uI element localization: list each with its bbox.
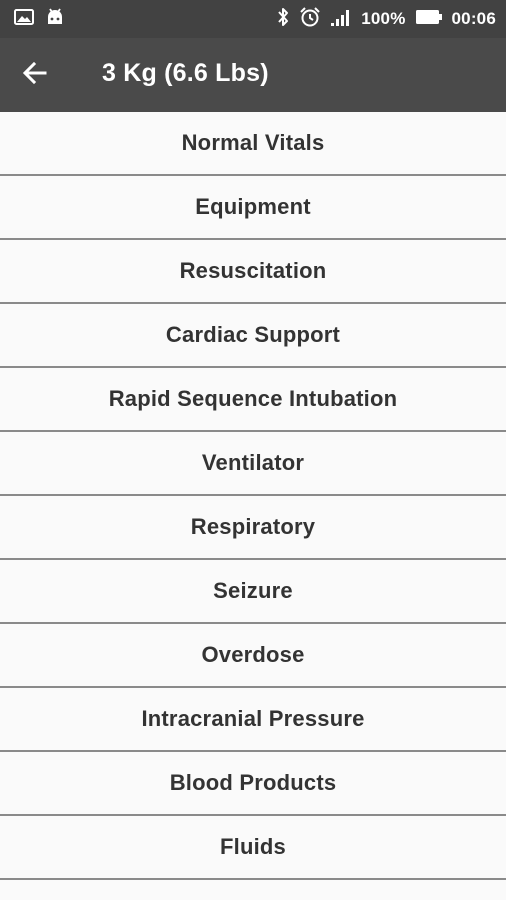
menu-item-ventilator[interactable]: Ventilator	[0, 432, 506, 496]
menu-item-label: Seizure	[213, 578, 293, 603]
menu-item-respiratory[interactable]: Respiratory	[0, 496, 506, 560]
menu-item-seizure[interactable]: Seizure	[0, 560, 506, 624]
signal-icon	[330, 7, 352, 32]
menu-item-label: Blood Products	[169, 770, 337, 795]
battery-icon	[415, 9, 443, 30]
menu-item-label: Ventilator	[201, 450, 305, 475]
menu-item-fluids[interactable]: Fluids	[0, 816, 506, 880]
alarm-icon	[299, 6, 321, 33]
image-notification-icon	[14, 8, 34, 30]
status-bar: 100% 00:06	[0, 0, 506, 38]
menu-item-label: Intracranial Pressure	[141, 706, 365, 731]
android-notification-icon	[46, 8, 64, 31]
system-status: 100% 00:06	[276, 6, 496, 33]
menu-item-label: Overdose	[201, 642, 305, 667]
app-bar: 3 Kg (6.6 Lbs)	[0, 38, 506, 112]
menu-item-resuscitation[interactable]: Resuscitation	[0, 240, 506, 304]
menu-item-overdose[interactable]: Overdose	[0, 624, 506, 688]
menu-item-label: Rapid Sequence Intubation	[108, 386, 398, 411]
page-title: 3 Kg (6.6 Lbs)	[102, 59, 269, 87]
menu-item-equipment[interactable]: Equipment	[0, 176, 506, 240]
menu-item-label: Cardiac Support	[165, 322, 341, 347]
back-button[interactable]	[14, 54, 56, 96]
menu-item-label: Fluids	[220, 834, 286, 859]
menu-item-label: Respiratory	[190, 514, 316, 539]
menu-item-label: Equipment	[195, 194, 311, 219]
menu-item-intracranial-pressure[interactable]: Intracranial Pressure	[0, 688, 506, 752]
menu-item-cardiac-support[interactable]: Cardiac Support	[0, 304, 506, 368]
arrow-back-icon	[22, 60, 48, 91]
notification-icons	[14, 8, 64, 30]
menu-list: Normal Vitals Equipment Resuscitation Ca…	[0, 112, 506, 880]
bluetooth-icon	[276, 6, 290, 33]
menu-item-label: Resuscitation	[179, 258, 327, 283]
clock: 00:06	[451, 9, 496, 28]
battery-percentage: 100%	[361, 9, 406, 28]
menu-item-blood-products[interactable]: Blood Products	[0, 752, 506, 816]
menu-item-label: Normal Vitals	[181, 130, 325, 155]
menu-item-rapid-sequence-intubation[interactable]: Rapid Sequence Intubation	[0, 368, 506, 432]
menu-item-normal-vitals[interactable]: Normal Vitals	[0, 112, 506, 176]
